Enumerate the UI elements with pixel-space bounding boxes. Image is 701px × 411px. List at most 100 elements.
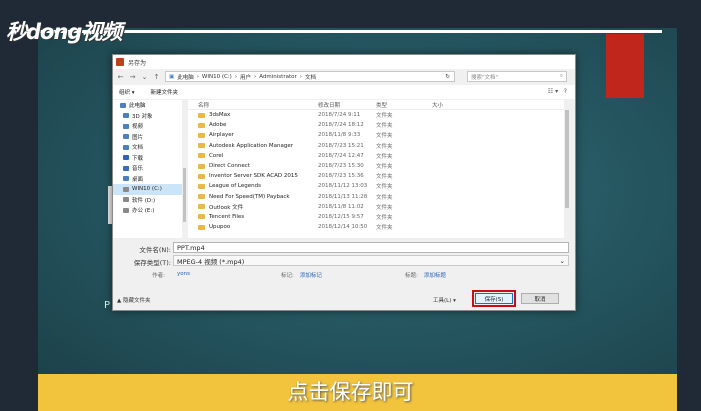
view-options-icon[interactable]: ☷ ▾ ? bbox=[548, 88, 567, 95]
authors-value[interactable]: yons bbox=[177, 271, 190, 277]
list-item[interactable]: Outlook 文件 2018/11/8 11:02 文件夹 bbox=[188, 202, 569, 212]
list-item[interactable]: Adobe 2018/7/24 18:12 文件夹 bbox=[188, 120, 569, 130]
file-name: Airplayer bbox=[209, 132, 234, 139]
file-date: 2018/7/24 12:47 bbox=[318, 152, 364, 159]
chevron-right-icon: › bbox=[299, 73, 302, 80]
folder-icon bbox=[198, 153, 205, 159]
filetype-select[interactable]: MPEG-4 视频 (*.mp4) ⌄ bbox=[173, 255, 569, 266]
sidebar-item-label: 软件 (D:) bbox=[132, 197, 156, 204]
column-date[interactable]: 修改日期 bbox=[314, 101, 372, 109]
list-item[interactable]: Inventor Server SDK ACAD 2015 2018/7/23 1… bbox=[188, 171, 569, 181]
list-item[interactable]: Upupoo 2018/12/14 10:50 文件夹 bbox=[188, 222, 569, 232]
breadcrumb-item[interactable]: 文档 bbox=[305, 73, 316, 81]
tags-field[interactable]: 标记: 添加标记 bbox=[281, 271, 322, 279]
organize-button[interactable]: 组织 ▾ bbox=[119, 88, 135, 96]
sidebar-item-downloads[interactable]: 下载 bbox=[113, 153, 186, 164]
sidebar-scrollbar[interactable] bbox=[182, 100, 187, 238]
sidebar-item-label: 办公 (E:) bbox=[132, 208, 155, 215]
list-item[interactable]: League of Legends 2018/11/12 13:03 文件夹 bbox=[188, 181, 569, 191]
forward-arrow-icon[interactable]: → bbox=[128, 73, 137, 81]
filetype-label: 保存类型(T): bbox=[133, 259, 171, 267]
file-date: 2018/11/8 11:02 bbox=[318, 203, 364, 210]
sidebar-item-desktop[interactable]: 桌面 bbox=[113, 174, 186, 185]
scrollbar-thumb[interactable] bbox=[183, 168, 186, 222]
file-name: Direct Connect bbox=[209, 163, 250, 170]
folder-icon bbox=[198, 194, 205, 200]
list-item[interactable]: Need For Speed(TM) Payback 2018/11/13 11:… bbox=[188, 192, 569, 202]
dialog-title: 另存为 bbox=[128, 59, 147, 67]
chevron-down-icon[interactable]: ⌄ bbox=[140, 73, 149, 81]
sidebar-item-label: 音乐 bbox=[132, 166, 144, 173]
file-date: 2018/7/24 18:12 bbox=[318, 122, 364, 129]
list-item[interactable]: Corel 2018/7/24 12:47 文件夹 bbox=[188, 151, 569, 161]
file-type: 文件夹 bbox=[376, 153, 393, 160]
up-arrow-icon[interactable]: ↑ bbox=[152, 73, 161, 81]
sidebar-item-drive-d[interactable]: 软件 (D:) bbox=[113, 195, 186, 206]
column-size[interactable]: 大小 bbox=[428, 101, 468, 109]
address-bar[interactable]: ▣ 此电脑 › WIN10 (C:) › 用户 › Administrator › 文档… bbox=[165, 71, 455, 82]
file-type: 文件夹 bbox=[376, 214, 393, 221]
title-field[interactable]: 标题: 添加标题 bbox=[405, 271, 446, 279]
breadcrumb-item[interactable]: Administrator bbox=[259, 74, 297, 80]
sidebar-item-pictures[interactable]: 图片 bbox=[113, 132, 186, 143]
cancel-button[interactable]: 取消 bbox=[521, 293, 559, 304]
sidebar-item-label: WIN10 (C:) bbox=[132, 186, 162, 193]
video-icon bbox=[123, 123, 129, 129]
sidebar-item-this-pc[interactable]: 此电脑 bbox=[113, 100, 186, 111]
breadcrumb-item[interactable]: 此电脑 bbox=[177, 73, 194, 81]
file-type: 文件夹 bbox=[376, 174, 393, 181]
tools-dropdown[interactable]: 工具(L) ▾ bbox=[433, 296, 456, 304]
sidebar-item-videos[interactable]: 视频 bbox=[113, 121, 186, 132]
sidebar-item-3d-objects[interactable]: 3D 对象 bbox=[113, 111, 186, 122]
file-date: 2018/12/15 9:57 bbox=[318, 213, 364, 220]
sidebar-item-music[interactable]: 音乐 bbox=[113, 163, 186, 174]
sidebar-item-drive-c[interactable]: WIN10 (C:) bbox=[113, 184, 186, 195]
breadcrumb-item[interactable]: 用户 bbox=[240, 73, 251, 81]
list-item[interactable]: Tencent Files 2018/12/15 9:57 文件夹 bbox=[188, 212, 569, 222]
file-date: 2018/7/24 9:11 bbox=[318, 112, 361, 119]
authors-label: 作者: bbox=[152, 273, 165, 279]
computer-icon: ▣ bbox=[169, 73, 175, 80]
document-icon bbox=[123, 144, 129, 150]
refresh-icon[interactable]: ↻ bbox=[445, 74, 450, 80]
back-arrow-icon[interactable]: ← bbox=[116, 73, 125, 81]
file-type: 文件夹 bbox=[376, 123, 393, 130]
hide-folders-button[interactable]: ▲ 隐藏文件夹 bbox=[117, 296, 150, 304]
filename-input[interactable]: PPT.mp4 bbox=[173, 242, 569, 253]
chevron-right-icon: › bbox=[196, 73, 199, 80]
video-caption: 点击保存即可 bbox=[287, 380, 414, 404]
breadcrumb-item[interactable]: WIN10 (C:) bbox=[202, 74, 232, 80]
file-type: 文件夹 bbox=[376, 133, 393, 140]
folder-icon bbox=[198, 183, 205, 189]
scrollbar-thumb[interactable] bbox=[565, 110, 569, 208]
slide-top-line bbox=[40, 30, 662, 33]
filename-label: 文件名(N): bbox=[139, 246, 171, 254]
download-icon bbox=[123, 155, 129, 161]
file-type: 文件夹 bbox=[376, 113, 393, 120]
column-name[interactable]: 名称 bbox=[188, 101, 314, 109]
list-item[interactable]: 3dsMax 2018/7/24 9:11 文件夹 bbox=[188, 110, 569, 120]
file-name: Need For Speed(TM) Payback bbox=[209, 193, 290, 200]
file-type: 文件夹 bbox=[376, 194, 393, 201]
filetype-value: MPEG-4 视频 (*.mp4) bbox=[177, 257, 245, 266]
list-item[interactable]: Airplayer 2018/11/8 9:33 文件夹 bbox=[188, 130, 569, 140]
column-type[interactable]: 类型 bbox=[372, 101, 428, 109]
watermark-logo: 秒dong视频 bbox=[6, 20, 122, 44]
drive-icon bbox=[123, 197, 129, 203]
sidebar-item-label: 文档 bbox=[132, 145, 144, 152]
list-item[interactable]: Autodesk Application Manager 2018/7/23 15… bbox=[188, 141, 569, 151]
search-placeholder: 搜索"文档" bbox=[471, 74, 499, 81]
new-folder-button[interactable]: 新建文件夹 bbox=[151, 88, 179, 96]
list-item[interactable]: Direct Connect 2018/7/23 15:30 文件夹 bbox=[188, 161, 569, 171]
file-name: Adobe bbox=[209, 122, 227, 129]
column-header-row: 名称 修改日期 类型 大小 bbox=[188, 100, 569, 110]
sidebar-item-drive-e[interactable]: 办公 (E:) bbox=[113, 205, 186, 216]
file-name: Outlook 文件 bbox=[209, 204, 244, 211]
search-input[interactable]: 搜索"文档" ⌕ bbox=[467, 71, 567, 82]
folder-icon bbox=[198, 122, 205, 128]
file-name: Upupoo bbox=[209, 224, 231, 231]
sidebar-item-documents[interactable]: 文档 bbox=[113, 142, 186, 153]
file-list-scrollbar[interactable] bbox=[564, 100, 570, 238]
folder-icon bbox=[198, 112, 205, 118]
folder-icon bbox=[198, 163, 205, 169]
